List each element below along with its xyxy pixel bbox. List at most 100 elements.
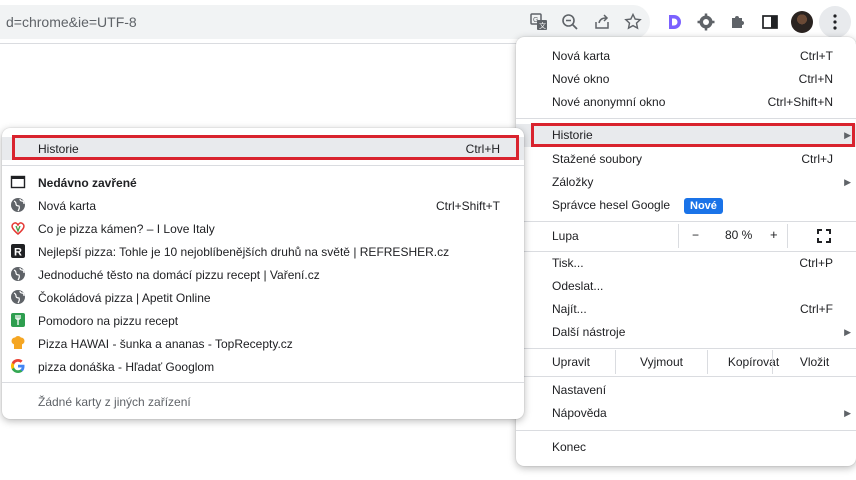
menu-item-more-tools[interactable]: Další nástroje ▶ <box>516 321 856 344</box>
translate-icon[interactable]: G文 <box>528 11 550 33</box>
menu-item-passwords[interactable]: Správce hesel Google Nové <box>516 194 856 217</box>
fullscreen-icon[interactable] <box>817 229 831 243</box>
menu-item-label: Pizza HAWAI - šunka a ananas - TopRecept… <box>38 337 293 351</box>
recent-item[interactable]: Co je pizza kámen? – I Love Italy <box>2 217 524 240</box>
submenu-arrow-icon: ▶ <box>844 177 851 187</box>
recent-item[interactable]: Pizza HAWAI - šunka a ananas - TopRecept… <box>2 332 524 355</box>
history-submenu: Historie Ctrl+H Nedávno zavřené Nová kar… <box>2 128 524 419</box>
submenu-arrow-icon: ▶ <box>844 408 851 418</box>
history-submenu-highlight-box <box>12 135 519 160</box>
zoom-out-button[interactable]: − <box>692 228 699 242</box>
zoom-in-button[interactable]: + <box>770 227 778 242</box>
menu-item-label: Nové okno <box>552 72 610 86</box>
menu-item-bookmarks[interactable]: Záložky ▶ <box>516 171 856 194</box>
new-badge: Nové <box>684 198 723 214</box>
recent-item[interactable]: Čokoládová pizza | Apetit Online <box>2 286 524 309</box>
zoom-row: Lupa − 80 % + <box>516 224 856 248</box>
zoom-icon[interactable] <box>559 11 581 33</box>
menu-item-label: pizza donáška - Hľadať Googlom <box>38 360 215 374</box>
recently-closed-label: Nedávno zavřené <box>38 176 137 190</box>
paste-button[interactable]: Vložit <box>772 350 856 374</box>
menu-item-label: Záložky <box>552 175 594 189</box>
bookmark-star-icon[interactable] <box>622 11 644 33</box>
globe-icon <box>11 198 25 212</box>
menu-separator <box>2 165 524 166</box>
recently-closed-header: Nedávno zavřené <box>2 171 524 194</box>
globe-icon <box>11 267 25 281</box>
recent-item[interactable]: Pomodoro na pizzu recept <box>2 309 524 332</box>
menu-item-shortcut: Ctrl+T <box>800 49 833 63</box>
menu-item-downloads[interactable]: Stažené soubory Ctrl+J <box>516 148 856 171</box>
menu-item-label: Nastavení <box>552 383 607 397</box>
refresher-favicon: R <box>11 244 25 259</box>
chrome-main-menu: Nová karta Ctrl+T Nové okno Ctrl+N Nové … <box>516 37 856 466</box>
share-icon[interactable] <box>591 11 613 33</box>
menu-item-label: Jednoduché těsto na domácí pizzu recept … <box>38 268 320 282</box>
fork-favicon <box>11 313 25 327</box>
menu-item-label: Stažené soubory <box>552 152 643 166</box>
menu-item-shortcut: Ctrl+Shift+T <box>435 199 500 213</box>
window-icon <box>10 175 26 189</box>
menu-item-label: Nejlepší pizza: Tohle je 10 nejoblíbeněj… <box>38 245 450 259</box>
menu-item-label: Konec <box>552 440 587 454</box>
menu-item-print[interactable]: Tisk... Ctrl+P <box>516 252 856 275</box>
menu-item-label: Odeslat... <box>552 279 604 293</box>
google-icon <box>11 359 25 373</box>
menu-item-label: Najít... <box>552 302 587 316</box>
zoom-level: 80 % <box>725 228 753 242</box>
svg-text:文: 文 <box>539 21 546 30</box>
profile-avatar[interactable] <box>791 11 813 33</box>
menu-item-shortcut: Ctrl+Shift+N <box>767 95 833 109</box>
menu-item-incognito[interactable]: Nové anonymní okno Ctrl+Shift+N <box>516 91 856 114</box>
address-bar-url[interactable]: d=chrome&ie=UTF-8 <box>6 14 137 30</box>
no-other-devices-label: Žádné karty z jiných zařízení <box>38 395 191 409</box>
history-highlight-box <box>531 123 855 147</box>
menu-item-shortcut: Ctrl+N <box>798 72 833 86</box>
recent-item[interactable]: pizza donáška - Hľadať Googlom <box>2 355 524 378</box>
recent-item[interactable]: R Nejlepší pizza: Tohle je 10 nejoblíben… <box>2 240 524 263</box>
menu-item-cast[interactable]: Odeslat... <box>516 275 856 298</box>
menu-separator <box>516 118 856 119</box>
svg-text:G: G <box>533 17 538 24</box>
menu-item-label: Nápověda <box>552 406 607 420</box>
extension-gear-icon[interactable] <box>695 11 717 33</box>
menu-item-help[interactable]: Nápověda ▶ <box>516 402 856 425</box>
menu-item-label: Co je pizza kámen? – I Love Italy <box>38 222 215 236</box>
menu-item-label: Nové anonymní okno <box>552 95 666 109</box>
menu-item-label: Nová karta <box>552 49 611 63</box>
menu-item-settings[interactable]: Nastavení <box>516 379 856 402</box>
svg-text:R: R <box>14 247 22 259</box>
menu-item-shortcut: Ctrl+J <box>801 152 833 166</box>
menu-item-new-window[interactable]: Nové okno Ctrl+N <box>516 68 856 91</box>
menu-item-shortcut: Ctrl+F <box>800 302 833 316</box>
menu-item-label: Správce hesel Google <box>552 198 671 212</box>
globe-icon <box>11 290 25 304</box>
heart-favicon <box>11 222 25 235</box>
chef-hat-favicon <box>11 336 25 349</box>
menu-item-shortcut: Ctrl+P <box>799 256 833 270</box>
recent-item[interactable]: Nová karta Ctrl+Shift+T <box>2 194 524 217</box>
menu-item-label: Tisk... <box>552 256 584 270</box>
recent-item[interactable]: Jednoduché těsto na domácí pizzu recept … <box>2 263 524 286</box>
side-panel-icon[interactable] <box>759 11 781 33</box>
menu-kebab-icon[interactable] <box>819 6 851 38</box>
zoom-controls: − 80 % + <box>678 224 788 248</box>
menu-item-label: Pomodoro na pizzu recept <box>38 314 179 328</box>
submenu-arrow-icon: ▶ <box>844 327 851 337</box>
extensions-puzzle-icon[interactable] <box>727 11 749 33</box>
edit-label: Upravit <box>552 355 591 369</box>
menu-separator <box>516 430 856 431</box>
menu-separator <box>2 382 524 383</box>
cut-button[interactable]: Vyjmout <box>615 350 707 374</box>
menu-item-label: Čokoládová pizza | Apetit Online <box>38 291 211 305</box>
zoom-label: Lupa <box>552 229 579 243</box>
menu-separator <box>516 376 856 377</box>
menu-item-exit[interactable]: Konec <box>516 436 856 459</box>
extension-d-icon[interactable] <box>663 11 685 33</box>
menu-item-label: Nová karta <box>38 199 97 213</box>
menu-item-find[interactable]: Najít... Ctrl+F <box>516 298 856 321</box>
no-other-devices: Žádné karty z jiných zařízení <box>2 390 524 413</box>
address-bar[interactable]: d=chrome&ie=UTF-8 <box>0 5 650 39</box>
menu-item-new-tab[interactable]: Nová karta Ctrl+T <box>516 45 856 68</box>
menu-separator <box>516 221 856 222</box>
